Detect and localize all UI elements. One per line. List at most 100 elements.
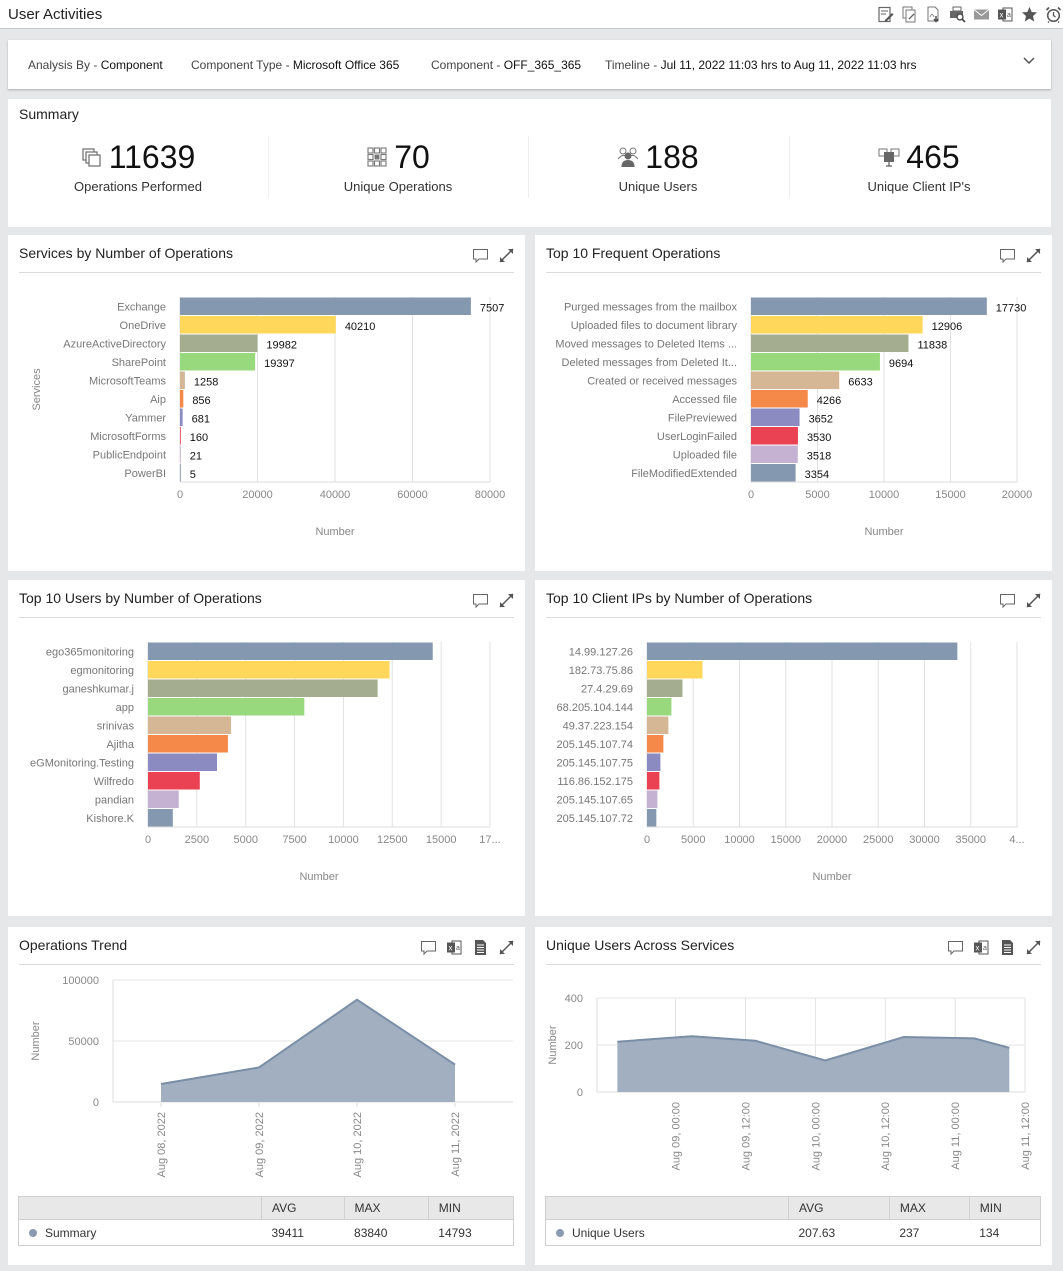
category-label: 205.145.107.74	[557, 739, 633, 751]
bar	[751, 371, 840, 389]
x-tick-label: Aug 11, 00:00	[950, 1102, 962, 1170]
bar	[148, 716, 232, 734]
page-title: User Activities	[8, 6, 103, 23]
category-label: Kishore.K	[86, 813, 134, 825]
kpi-label: Operations Performed	[74, 179, 202, 194]
filter-component-type-value: Microsoft Office 365	[292, 58, 400, 72]
x-tick-label: Aug 10, 00:00	[810, 1102, 822, 1171]
bar	[180, 316, 336, 334]
bar	[180, 390, 184, 408]
filter-analysis-by: Analysis By - Component	[28, 58, 163, 72]
avg-value: 39411	[261, 1219, 345, 1246]
operations-bar-chart: 0 5000 10000 15000 20000 Purged messages from…	[555, 297, 1033, 538]
category-label: MicrosoftTeams	[89, 375, 167, 387]
category-label: PublicEndpoint	[93, 449, 166, 461]
bar	[647, 753, 661, 771]
category-label: ego365monitoring	[46, 646, 134, 658]
category-label: 49.37.223.154	[563, 720, 633, 732]
x-tick-label: 0	[145, 834, 151, 846]
column-header-min: MIN	[968, 1196, 1042, 1220]
bar	[148, 735, 228, 753]
top-bar: User Activities xa	[0, 0, 1063, 29]
x-tick-label: 5000	[233, 834, 257, 846]
operations-icon	[82, 148, 101, 167]
category-label: 205.145.107.75	[557, 757, 633, 769]
top-client-ips-panel: Top 10 Client IPs by Number of Operation…	[535, 580, 1052, 916]
value-label: 11838	[917, 339, 947, 351]
table-row: Unique Users 207.63 237 134	[545, 1219, 1042, 1246]
bar	[751, 297, 987, 315]
grid-icon	[367, 147, 387, 167]
value-label: 681	[192, 413, 210, 425]
schedule-button[interactable]	[1044, 5, 1063, 24]
y-tick-label: 200	[565, 1040, 583, 1052]
category-label: srinivas	[97, 720, 135, 732]
category-label: Exchange	[117, 301, 166, 313]
table-header-row: AVG MAX MIN	[545, 1196, 1042, 1220]
bar	[751, 334, 909, 352]
category-label: 182.73.75.86	[569, 665, 633, 677]
email-button[interactable]	[972, 5, 991, 24]
max-value: 237	[889, 1219, 970, 1246]
copy-report-button[interactable]	[900, 5, 919, 24]
unique-users-stats-table: AVG MAX MIN Unique Users 207.63 237 134	[545, 1196, 1042, 1246]
export-excel-button[interactable]: xa	[996, 5, 1015, 24]
bar	[148, 661, 390, 679]
category-label: AzureActiveDirectory	[63, 338, 166, 350]
bar	[180, 297, 471, 315]
x-tick-label: 0	[177, 489, 183, 501]
bar	[148, 642, 433, 660]
x-tick-label: 2500	[185, 834, 209, 846]
star-icon	[1022, 7, 1037, 22]
x-axis-label: Number	[315, 526, 354, 538]
filter-component: Component - OFF_365_365	[431, 58, 582, 72]
x-tick-label: 0	[644, 834, 650, 846]
category-label: OneDrive	[120, 320, 166, 332]
x-tick-label: 40000	[320, 489, 351, 501]
filter-analysis-by-value: Component	[100, 58, 163, 72]
x-tick-label: Aug 11, 12:00	[1020, 1102, 1032, 1170]
x-tick-label: 15000	[770, 834, 801, 846]
value-label: 4266	[817, 395, 841, 407]
category-label: FilePreviewed	[668, 412, 737, 424]
category-label: egmonitoring	[70, 665, 134, 677]
min-value: 14793	[428, 1219, 515, 1246]
y-axis-label: Services	[31, 368, 43, 411]
svg-text:a: a	[1007, 12, 1011, 19]
bar	[180, 353, 256, 371]
value-label: 5	[190, 469, 196, 481]
bar	[647, 772, 660, 790]
bar	[751, 390, 808, 408]
operations-trend-chart: 0 50000 100000 Number Aug 08, 2022 Aug 09, 20…	[30, 975, 513, 1177]
bar	[751, 353, 880, 371]
edit-report-button[interactable]	[876, 5, 895, 24]
chevron-down-icon[interactable]	[1021, 52, 1037, 68]
bar	[751, 408, 800, 426]
x-tick-label: 4...	[1009, 834, 1024, 846]
x-tick-label: 7500	[282, 834, 306, 846]
category-label: ganeshkumar.j	[62, 683, 134, 695]
x-tick-label: 35000	[955, 834, 986, 846]
value-label: 6633	[848, 376, 872, 388]
unique-users-panel: Unique Users Across Services xa 0 200 400 N…	[535, 927, 1052, 1265]
series-name: Unique Users	[572, 1225, 645, 1240]
bar	[647, 735, 664, 753]
value-label: 19982	[266, 339, 297, 351]
bar	[751, 445, 798, 463]
svg-text:x: x	[1000, 11, 1004, 20]
pdf-download-button[interactable]	[924, 5, 943, 24]
x-tick-label: 20000	[1002, 489, 1033, 501]
summary-panel: Summary 11639 Operations Performed 70 Un…	[8, 99, 1051, 227]
kpi-label: Unique Operations	[343, 179, 453, 194]
kpi-operations-performed: 11639 Operations Performed	[8, 137, 268, 199]
client-ip-icon	[878, 148, 900, 167]
services-panel: Services by Number of Operations 0 20000 4…	[8, 235, 525, 571]
favorite-button[interactable]	[1020, 5, 1039, 24]
bar	[751, 464, 796, 482]
x-tick-label: Aug 10, 2022	[352, 1112, 364, 1177]
filter-bar: Analysis By - Component Component Type -…	[8, 40, 1051, 89]
column-header-max: MAX	[888, 1196, 970, 1220]
print-preview-button[interactable]	[948, 5, 967, 24]
x-tick-label: 80000	[475, 489, 506, 501]
services-bar-chart: 0 20000 40000 60000 80000 Exchange 7507 OneDriv…	[31, 297, 506, 538]
